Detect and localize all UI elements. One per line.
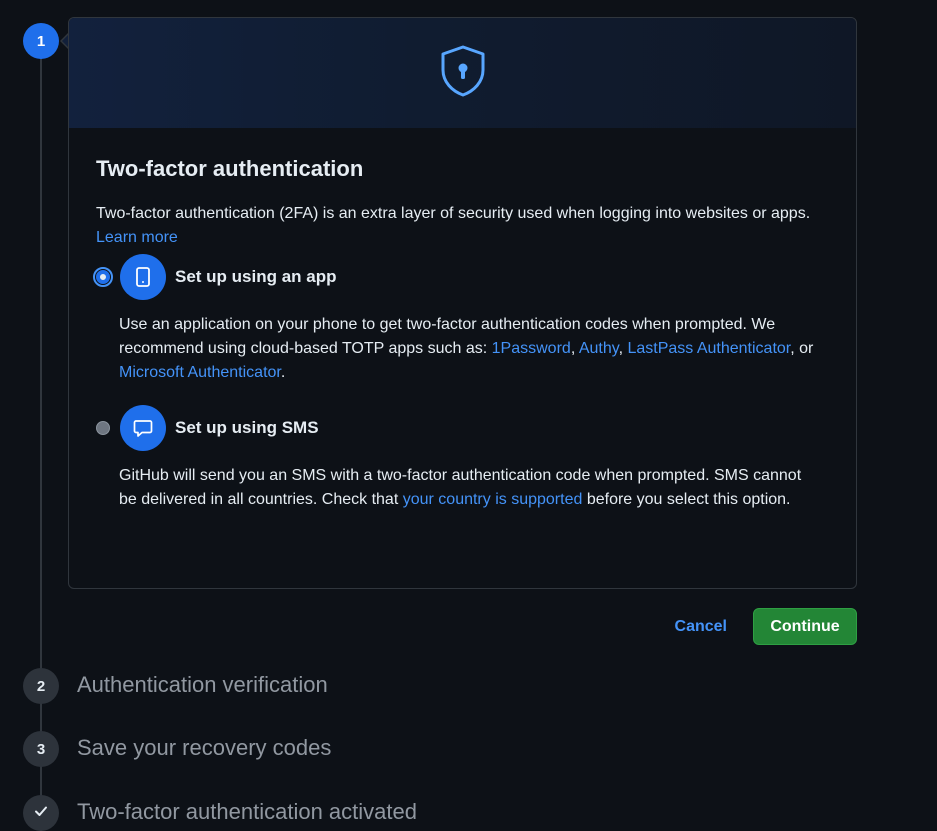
link-authy[interactable]: Authy bbox=[579, 340, 619, 357]
two-factor-setup-card: Two-factor authentication Two-factor aut… bbox=[68, 17, 857, 589]
timeline-line bbox=[40, 56, 42, 831]
card-title: Two-factor authentication bbox=[96, 156, 364, 181]
step-2-badge: 2 bbox=[23, 668, 59, 704]
sms-option-description: GitHub will send you an SMS with a two-f… bbox=[119, 464, 829, 512]
option-app-header[interactable]: Set up using an app bbox=[93, 254, 829, 300]
app-option-title: Set up using an app bbox=[175, 267, 337, 286]
card-actions: Cancel Continue bbox=[660, 608, 857, 645]
link-lastpass[interactable]: LastPass Authenticator bbox=[627, 340, 790, 357]
link-1password[interactable]: 1Password bbox=[492, 340, 571, 357]
option-app: Set up using an app Use an application o… bbox=[93, 254, 829, 385]
app-radio[interactable] bbox=[93, 267, 113, 287]
description-text: Two-factor authentication (2FA) is an ex… bbox=[96, 205, 811, 222]
app-desc-end: . bbox=[280, 364, 286, 381]
sms-desc-end: before you select this option. bbox=[582, 491, 791, 508]
card-body: Two-factor authentication Two-factor aut… bbox=[69, 128, 856, 512]
link-microsoft-authenticator[interactable]: Microsoft Authenticator bbox=[119, 364, 281, 381]
comment-icon bbox=[120, 405, 166, 451]
country-supported-link[interactable]: your country is supported bbox=[403, 491, 583, 508]
option-sms: Set up using SMS GitHub will send you an… bbox=[96, 405, 829, 512]
card-description: Two-factor authentication (2FA) is an ex… bbox=[96, 202, 829, 250]
step-3-badge: 3 bbox=[23, 731, 59, 767]
option-sms-header[interactable]: Set up using SMS bbox=[96, 405, 829, 451]
learn-more-link[interactable]: Learn more bbox=[96, 229, 178, 246]
card-header bbox=[69, 18, 856, 128]
device-mobile-icon bbox=[120, 254, 166, 300]
step-4-label: Two-factor authentication activated bbox=[77, 799, 417, 824]
sms-option-title: Set up using SMS bbox=[175, 418, 319, 437]
cancel-button[interactable]: Cancel bbox=[675, 618, 727, 636]
sep-1: , bbox=[570, 340, 579, 357]
sep-3: , or bbox=[790, 340, 814, 357]
step-3-label: Save your recovery codes bbox=[77, 735, 332, 760]
shield-keyhole-icon bbox=[439, 44, 487, 103]
step-4-badge bbox=[23, 795, 59, 831]
step-1-badge: 1 bbox=[23, 23, 59, 59]
check-icon bbox=[33, 803, 49, 823]
continue-button[interactable]: Continue bbox=[753, 608, 857, 645]
sms-radio[interactable] bbox=[96, 421, 110, 435]
app-option-description: Use an application on your phone to get … bbox=[119, 313, 829, 385]
step-2-label: Authentication verification bbox=[77, 672, 328, 697]
